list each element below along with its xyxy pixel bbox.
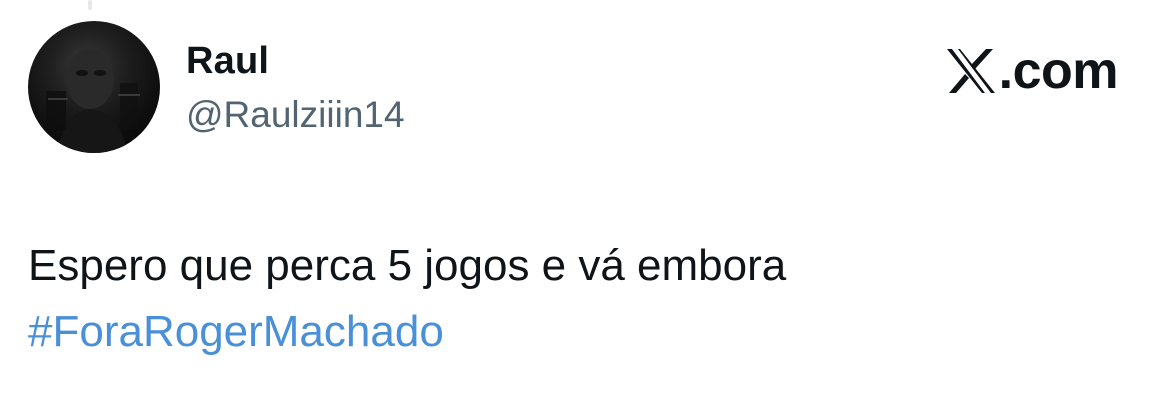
x-logo-icon: [945, 47, 997, 95]
tweet-card: Raul @Raulziiin14 .com Espero que perca …: [0, 0, 1170, 413]
brand-logo: .com: [945, 42, 1119, 100]
tweet-text: Espero que perca 5 jogos e vá embora: [28, 241, 787, 290]
brand-domain-suffix: .com: [998, 42, 1119, 100]
avatar[interactable]: [28, 21, 160, 153]
avatar-photo: [46, 49, 140, 153]
hashtag-link[interactable]: #ForaRogerMachado: [28, 306, 444, 358]
author-name[interactable]: Raul: [186, 40, 269, 83]
author-handle[interactable]: @Raulziiin14: [186, 94, 405, 136]
